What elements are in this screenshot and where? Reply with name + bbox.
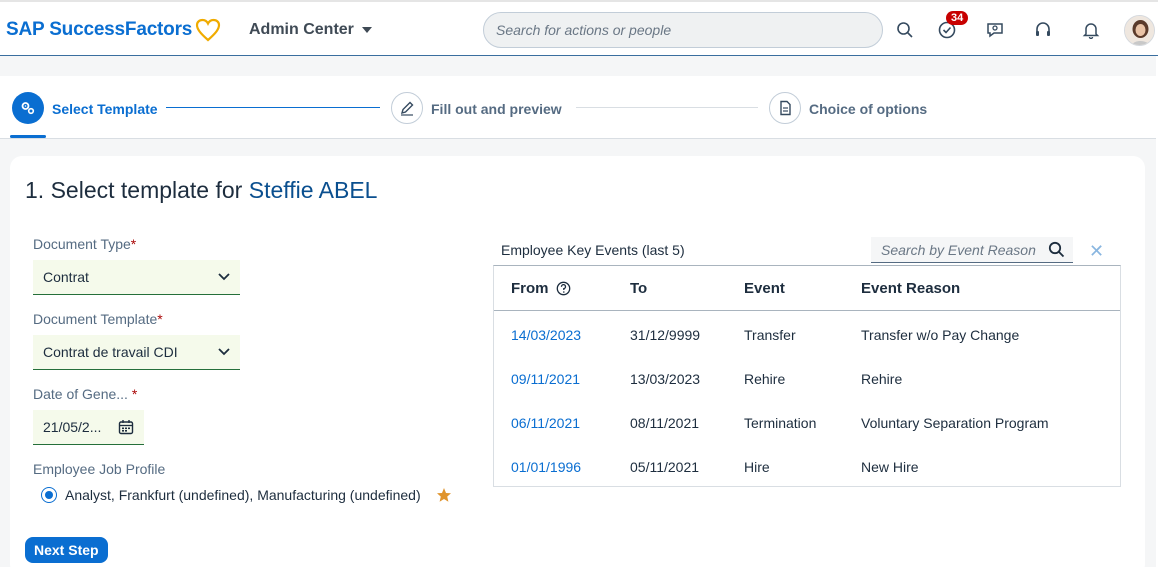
to-date: 08/11/2021 (630, 415, 700, 431)
to-date: 13/03/2023 (630, 371, 701, 387)
date-label-text: Date of Gene... (33, 386, 128, 402)
clear-search-icon[interactable]: ✕ (1089, 241, 1104, 262)
table-row: 14/03/2023 31/12/9999 Transfer Transfer … (494, 312, 1120, 356)
to-date: 05/11/2021 (630, 459, 700, 475)
table-header: From To Event Event Reason (494, 266, 1120, 311)
sap-logo[interactable]: SAP SuccessFactors (6, 18, 221, 42)
module-menu[interactable]: Admin Center (249, 21, 372, 39)
events-table: From To Event Event Reason 14/03/2023 31… (493, 265, 1121, 487)
global-search-input[interactable] (483, 12, 883, 48)
table-row: 06/11/2021 08/11/2021 Termination Volunt… (494, 400, 1120, 444)
document-template-label-text: Document Template (33, 311, 158, 327)
event-reason: New Hire (861, 459, 919, 475)
document-type-value: Contrat (43, 269, 89, 285)
wizard-connector (576, 107, 758, 108)
headset-icon[interactable] (1031, 18, 1055, 42)
search-icon[interactable] (1048, 241, 1065, 258)
job-profile-radio-row[interactable]: Analyst, Frankfurt (undefined), Manufact… (41, 487, 452, 503)
column-header-event-reason[interactable]: Event Reason (861, 280, 960, 297)
job-profile-radio[interactable] (41, 487, 57, 503)
calendar-icon[interactable] (118, 419, 134, 435)
document-type-label-text: Document Type (33, 236, 131, 252)
logo-text: SAP SuccessFactors (6, 19, 193, 40)
help-icon[interactable] (556, 281, 571, 296)
wizard-step-2-label[interactable]: Fill out and preview (431, 101, 562, 117)
wizard-step-2[interactable] (391, 92, 423, 124)
event: Hire (744, 459, 770, 475)
from-date-link[interactable]: 01/01/1996 (511, 459, 581, 475)
date-picker[interactable]: 21/05/2... (33, 410, 144, 445)
column-header-from-label: From (511, 280, 549, 297)
document-type-label: Document Type* (33, 236, 136, 252)
from-date-link[interactable]: 06/11/2021 (511, 415, 580, 431)
from-date-link[interactable]: 14/03/2023 (511, 327, 581, 343)
table-row: 01/01/1996 05/11/2021 Hire New Hire (494, 444, 1120, 488)
notification-badge: 34 (946, 11, 969, 25)
event-reason: Rehire (861, 371, 903, 387)
gears-icon (21, 102, 35, 115)
search-icon[interactable] (893, 18, 917, 42)
job-profile-label: Employee Job Profile (33, 461, 166, 477)
event-reason: Voluntary Separation Program (861, 415, 1049, 431)
column-header-to[interactable]: To (630, 280, 647, 297)
wizard-step-3-label[interactable]: Choice of options (809, 101, 927, 117)
to-date: 31/12/9999 (630, 327, 701, 343)
module-label: Admin Center (249, 21, 354, 38)
wizard-step-1[interactable] (12, 92, 44, 124)
bell-icon[interactable] (1079, 18, 1103, 42)
wizard-connector (166, 107, 380, 108)
heart-icon (196, 18, 221, 42)
wizard-step-1-label[interactable]: Select Template (52, 101, 158, 117)
star-icon (436, 488, 451, 502)
template-card: 1. Select template for Steffie ABEL Docu… (10, 156, 1145, 567)
required-marker: * (131, 386, 138, 402)
from-date-link[interactable]: 09/11/2021 (511, 371, 580, 387)
date-value: 21/05/2... (43, 419, 102, 435)
table-row: 09/11/2021 13/03/2023 Rehire Rehire (494, 356, 1120, 400)
edit-icon (400, 101, 414, 116)
chevron-down-icon (218, 273, 230, 281)
events-table-title: Employee Key Events (last 5) (501, 242, 685, 258)
event: Rehire (744, 371, 786, 387)
job-profile-option-label: Analyst, Frankfurt (undefined), Manufact… (65, 487, 421, 503)
document-icon (780, 100, 791, 116)
document-template-label: Document Template* (33, 311, 163, 327)
active-step-indicator (10, 135, 46, 138)
page-title-prefix: 1. Select template for (25, 177, 249, 203)
page-title: 1. Select template for Steffie ABEL (25, 177, 377, 204)
document-type-select[interactable]: Contrat (33, 260, 240, 295)
required-marker: * (130, 236, 137, 252)
shell-bar: SAP SuccessFactors Admin Center 34 (0, 0, 1158, 56)
event-reason: Transfer w/o Pay Change (861, 327, 1020, 343)
radio-selected-dot (45, 491, 53, 499)
wizard-step-3[interactable] (769, 92, 801, 124)
document-template-select[interactable]: Contrat de travail CDI (33, 335, 240, 370)
event-reason-search-input[interactable] (871, 237, 1073, 263)
column-header-event[interactable]: Event (744, 280, 785, 297)
event: Transfer (744, 327, 796, 343)
user-avatar[interactable] (1124, 15, 1155, 46)
required-marker: * (157, 311, 163, 327)
next-step-button[interactable]: Next Step (25, 537, 108, 563)
people-chat-icon[interactable] (983, 18, 1007, 42)
chevron-down-icon (218, 348, 230, 356)
date-label: Date of Gene... * (33, 386, 137, 402)
wizard-progress: Select Template Fill out and preview Cho… (0, 76, 1158, 139)
column-header-from[interactable]: From (511, 280, 571, 297)
chevron-down-icon (361, 27, 372, 33)
event: Termination (744, 415, 817, 431)
employee-name: Steffie ABEL (248, 177, 378, 203)
document-template-value: Contrat de travail CDI (43, 344, 178, 360)
